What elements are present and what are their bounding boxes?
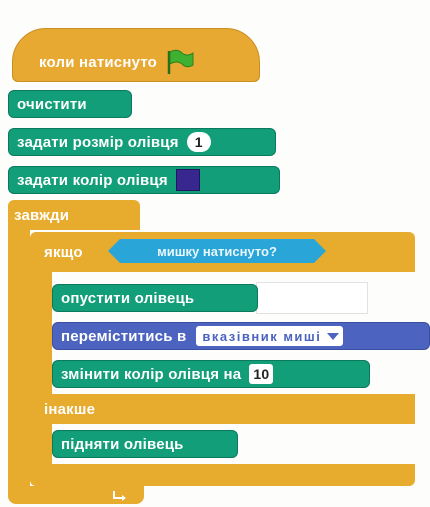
if-else-bottom	[30, 464, 415, 486]
empty-area	[256, 282, 368, 314]
pen-color-swatch[interactable]	[175, 169, 200, 191]
set-pen-size-label: задати розмір олівця	[17, 133, 179, 151]
if-label: якщо	[44, 243, 83, 261]
clear-block[interactable]: очистити	[8, 90, 132, 118]
go-to-label: переміститись в	[61, 327, 187, 345]
clear-label: очистити	[17, 95, 87, 113]
script-area: коли натиснуто очистити задати розмір ол…	[0, 0, 430, 507]
set-pen-color-block[interactable]: задати колір олівця	[8, 166, 280, 194]
mouse-down-condition[interactable]: мишку натиснуто?	[108, 239, 326, 263]
else-section: інакше	[30, 394, 415, 424]
when-flag-clicked-block[interactable]: коли натиснуто	[12, 28, 260, 82]
pen-down-block[interactable]: опустити олівець	[52, 284, 258, 312]
set-pen-size-block[interactable]: задати розмір олівця 1	[8, 128, 276, 156]
change-pen-color-label: змінити колір олівця на	[61, 365, 242, 383]
condition-label: мишку натиснуто?	[157, 243, 277, 259]
else-label: інакше	[44, 400, 96, 418]
forever-label: завжди	[14, 206, 70, 224]
pen-down-label: опустити олівець	[61, 289, 195, 307]
change-pen-color-block[interactable]: змінити колір олівця на 10	[52, 360, 370, 388]
pen-size-input[interactable]: 1	[186, 132, 211, 152]
loop-arrow-icon	[113, 491, 126, 501]
go-to-target-dropdown[interactable]: вказівник миші	[196, 326, 344, 346]
set-pen-color-label: задати колір олівця	[17, 171, 168, 189]
chevron-down-icon	[327, 332, 340, 340]
go-to-target-value: вказівник миші	[202, 328, 322, 344]
pen-up-label: підняти олівець	[61, 435, 184, 453]
pen-up-block[interactable]: підняти олівець	[52, 430, 238, 458]
go-to-block[interactable]: переміститись в вказівник миші	[52, 322, 430, 350]
forever-arm	[8, 228, 30, 488]
hat-label: коли натиснуто	[39, 53, 158, 71]
if-arm	[30, 270, 52, 466]
green-flag-icon	[165, 49, 195, 75]
forever-block[interactable]: завжди	[8, 200, 140, 230]
pen-color-change-input[interactable]: 10	[249, 364, 274, 384]
